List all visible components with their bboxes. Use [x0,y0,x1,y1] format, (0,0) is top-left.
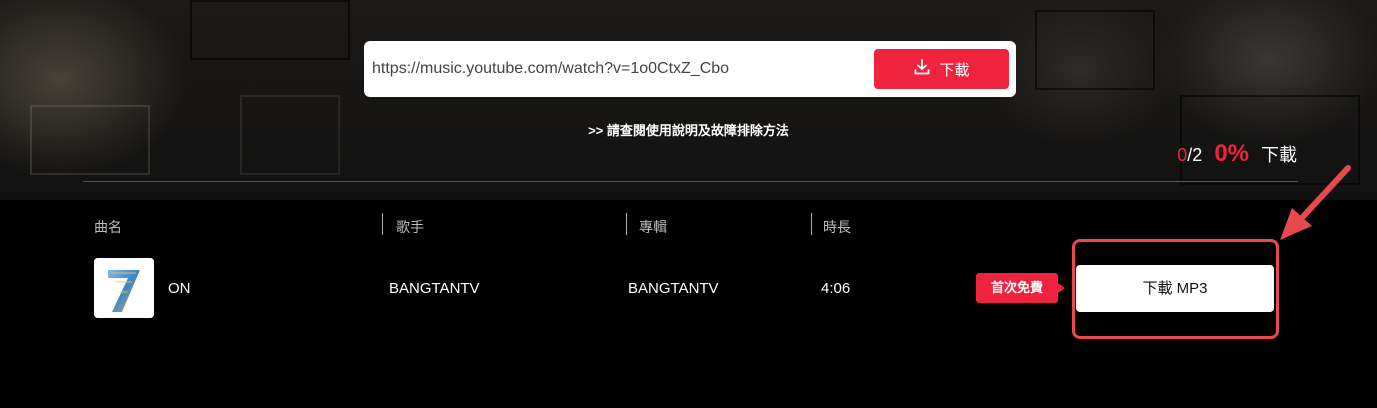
album-cover [94,258,154,318]
progress-percent: 0% [1214,140,1249,167]
column-header-artist: 歌手 [396,219,424,235]
song-duration: 4:06 [821,280,851,297]
help-link-row: >> 請查閱使用說明及故障排除方法 [0,120,1377,139]
download-icon [913,58,931,80]
download-button[interactable]: 下載 [874,49,1009,89]
column-header-album: 專輯 [639,219,667,235]
download-button-label: 下載 [939,61,970,79]
song-title: ON [168,280,191,297]
free-badge: 首次免費 [976,273,1065,303]
help-link[interactable]: >> 請查閱使用說明及故障排除方法 [588,123,789,138]
pointer-arrow-icon [1280,165,1351,240]
progress-total-count: /2 [1187,145,1203,165]
song-artist: BANGTANTV [389,280,480,297]
background-image-frame [30,105,150,175]
divider [83,181,1298,182]
column-header-duration: 時長 [823,219,851,235]
background-image-frame [1035,10,1155,90]
progress-done-count: 0 [1177,145,1188,165]
column-header-title: 曲名 [94,219,122,235]
hero-background [0,0,1377,200]
column-separator [811,213,812,235]
column-separator [382,213,383,235]
url-input[interactable]: https://music.youtube.com/watch?v=1o0Ctx… [372,41,729,97]
song-album: BANGTANTV [628,280,719,297]
background-image-frame [190,0,350,60]
url-input-bar: https://music.youtube.com/watch?v=1o0Ctx… [364,41,1016,97]
download-mp3-button[interactable]: 下載 MP3 [1076,265,1274,312]
column-separator [626,213,627,235]
